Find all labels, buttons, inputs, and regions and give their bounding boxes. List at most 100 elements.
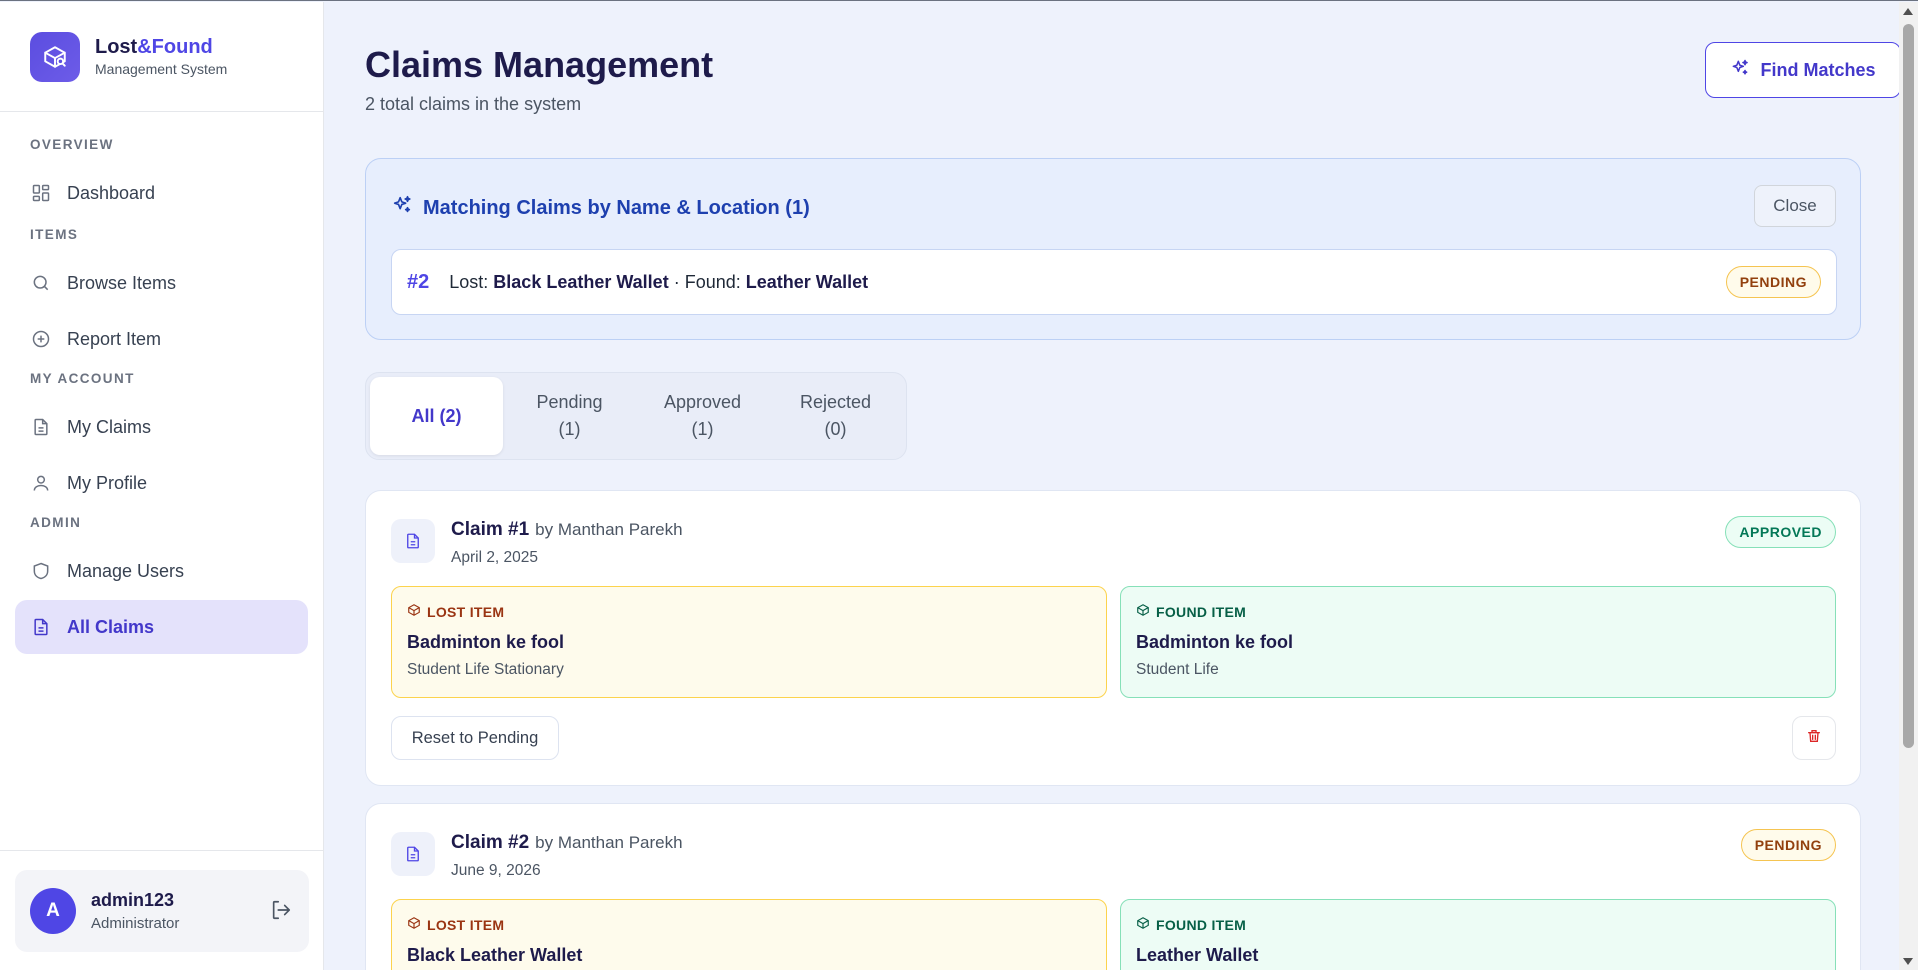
page-subtitle: 2 total claims in the system	[365, 94, 582, 114]
scrollbar[interactable]	[1899, 2, 1918, 970]
sidebar-item-label: Report Item	[67, 328, 162, 349]
sidebar-item-report-item[interactable]: Report Item	[15, 312, 308, 366]
trash-icon	[1806, 728, 1822, 749]
document-icon	[391, 832, 435, 876]
brand-name-part1: Lost	[95, 36, 138, 58]
sidebar-divider	[0, 850, 324, 851]
section-overview: OVERVIEW	[30, 137, 114, 152]
brand-header: Lost&Found Management System	[0, 2, 323, 112]
sidebar-item-label: My Claims	[67, 416, 151, 437]
match-found-item: Leather Wallet	[745, 271, 869, 292]
brand-name: Lost&Found	[95, 36, 227, 59]
close-matches-button[interactable]: Close	[1754, 185, 1836, 227]
claim-claimant: by Manthan Parekh	[535, 833, 683, 852]
tab-label: Approved	[663, 392, 742, 412]
sidebar-item-all-claims[interactable]: All Claims	[15, 600, 308, 654]
find-matches-button[interactable]: Find Matches	[1705, 42, 1901, 98]
search-icon	[30, 272, 52, 294]
tab-pending[interactable]: Pending (1)	[503, 377, 636, 455]
page-title: Claims Management	[365, 44, 714, 85]
brand-name-part2: &Found	[137, 36, 213, 58]
claim-date: June 9, 2026	[451, 862, 541, 879]
matching-claims-panel: Matching Claims by Name & Location (1) C…	[365, 158, 1861, 340]
sidebar-item-my-claims[interactable]: My Claims	[15, 400, 308, 454]
sidebar-item-label: Manage Users	[67, 560, 185, 581]
grid-icon	[30, 182, 52, 204]
found-item-name: Badminton ke fool	[1136, 632, 1293, 652]
found-item-box: FOUND ITEM Leather Wallet	[1120, 899, 1836, 970]
package-icon	[407, 916, 421, 933]
match-claim-id: #2	[407, 270, 430, 293]
status-badge: PENDING	[1725, 266, 1821, 298]
matching-claims-title-text: Matching Claims by Name & Location (1)	[423, 196, 810, 219]
tab-count: (1)	[558, 419, 581, 439]
match-found-prefix: · Found:	[673, 271, 741, 292]
sparkles-icon	[1730, 58, 1750, 83]
user-card: A admin123 Administrator	[15, 870, 309, 952]
found-item-label: FOUND ITEM	[1156, 916, 1247, 933]
section-admin: ADMIN	[30, 515, 82, 530]
sidebar-item-label: All Claims	[67, 616, 155, 637]
found-item-box: FOUND ITEM Badminton ke fool Student Lif…	[1120, 586, 1836, 698]
brand-subtitle: Management System	[95, 61, 228, 77]
document-icon	[391, 519, 435, 563]
sidebar-item-manage-users[interactable]: Manage Users	[15, 544, 308, 598]
sidebar-item-browse-items[interactable]: Browse Items	[15, 256, 308, 310]
section-my-account: MY ACCOUNT	[30, 371, 135, 386]
tab-rejected[interactable]: Rejected (0)	[769, 377, 902, 455]
claim-date: April 2, 2025	[451, 549, 539, 566]
sidebar-item-dashboard[interactable]: Dashboard	[15, 166, 308, 220]
scroll-down-arrow-icon[interactable]	[1903, 958, 1913, 965]
lost-item-box: LOST ITEM Badminton ke fool Student Life…	[391, 586, 1107, 698]
status-badge: APPROVED	[1725, 516, 1836, 548]
main-content: Claims Management 2 total claims in the …	[325, 2, 1901, 970]
sidebar-item-my-profile[interactable]: My Profile	[15, 456, 308, 510]
match-lost-item: Black Leather Wallet	[493, 271, 669, 292]
sparkles-icon	[391, 194, 413, 222]
match-row[interactable]: #2 Lost: Black Leather Wallet · Found: L…	[391, 249, 1837, 315]
logout-icon[interactable]	[270, 899, 294, 923]
tab-label: Rejected	[799, 392, 872, 412]
reset-to-pending-button[interactable]: Reset to Pending	[391, 716, 559, 760]
page-header: Claims Management 2 total claims in the …	[365, 2, 1901, 157]
user-role: Administrator	[91, 915, 180, 932]
package-icon	[1136, 916, 1150, 933]
tab-all[interactable]: All (2)	[370, 377, 503, 455]
matching-claims-title: Matching Claims by Name & Location (1)	[391, 194, 810, 222]
shield-icon	[30, 560, 52, 582]
claim-card: Claim #1 by Manthan Parekh April 2, 2025 …	[365, 490, 1861, 786]
package-icon	[1136, 603, 1150, 620]
claim-card: Claim #2 by Manthan Parekh June 9, 2026 P…	[365, 803, 1861, 970]
package-icon	[407, 603, 421, 620]
tab-count: (0)	[824, 419, 847, 439]
tab-approved[interactable]: Approved (1)	[636, 377, 769, 455]
claim-title: Claim #1	[451, 519, 530, 540]
scrollbar-thumb[interactable]	[1903, 24, 1914, 748]
tab-count: (1)	[691, 419, 714, 439]
found-item-label: FOUND ITEM	[1156, 603, 1247, 620]
lost-item-label: LOST ITEM	[427, 916, 505, 933]
document-icon	[30, 616, 52, 638]
sidebar-item-label: My Profile	[67, 472, 148, 493]
lost-item-label: LOST ITEM	[427, 603, 505, 620]
sidebar: Lost&Found Management System OVERVIEW Da…	[0, 2, 324, 970]
lost-item-name: Badminton ke fool	[407, 632, 564, 652]
document-icon	[30, 416, 52, 438]
lost-item-box: LOST ITEM Black Leather Wallet	[391, 899, 1107, 970]
plus-circle-icon	[30, 328, 52, 350]
lost-item-location: Student Life Stationary	[407, 661, 564, 678]
claim-status-tabs: All (2) Pending (1) Approved (1) Rejected (…	[365, 372, 907, 460]
user-icon	[30, 472, 52, 494]
avatar: A	[30, 888, 76, 934]
delete-button[interactable]	[1792, 716, 1836, 760]
lost-item-name: Black Leather Wallet	[407, 945, 583, 965]
section-items: ITEMS	[30, 227, 79, 242]
match-description: Lost: Black Leather Wallet · Found: Leat…	[449, 272, 868, 293]
sidebar-item-label: Dashboard	[67, 182, 156, 203]
tab-label: Pending	[536, 392, 603, 412]
find-matches-label: Find Matches	[1760, 59, 1876, 80]
scroll-up-arrow-icon[interactable]	[1903, 8, 1913, 15]
claim-title: Claim #2	[451, 832, 530, 853]
found-item-name: Leather Wallet	[1136, 945, 1259, 965]
sidebar-nav: OVERVIEW Dashboard ITEMS Browse Items Re…	[0, 112, 323, 654]
